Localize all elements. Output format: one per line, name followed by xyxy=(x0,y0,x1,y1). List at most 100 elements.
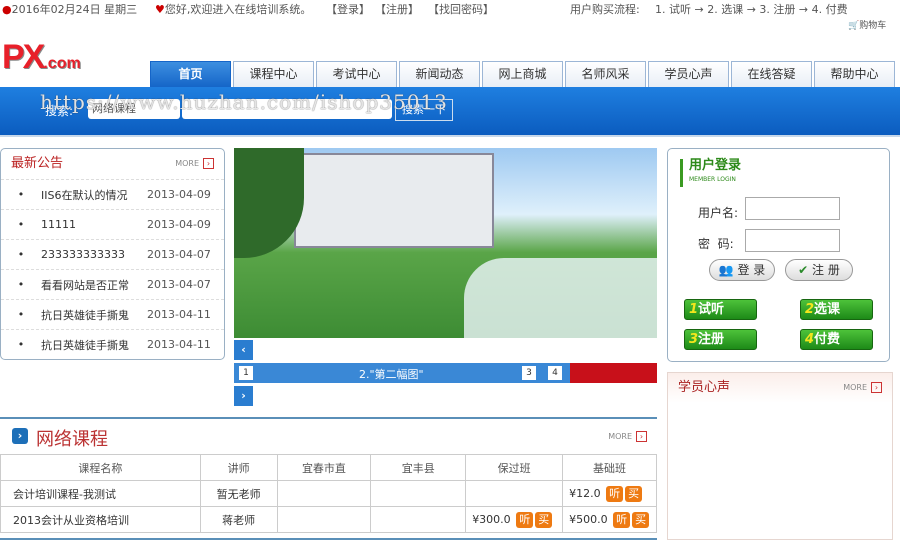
notice-item[interactable]: • 看看网站是否正常 2013-04-07 xyxy=(1,269,224,299)
slider-active-marker xyxy=(570,363,657,383)
course-name[interactable]: 会计培训课程-我测试 xyxy=(0,480,201,507)
step-button-1[interactable]: 1试听 xyxy=(684,299,757,320)
table-row: 2013会计从业资格培训 蒋老师 ¥300.0 听买 ¥500.0 听买 xyxy=(0,506,657,533)
testimonials-panel: 学员心声 MORE › xyxy=(667,372,893,540)
nav-tab-news[interactable]: 新闻动态 xyxy=(399,61,480,87)
chevron-right-icon: › xyxy=(12,428,28,444)
bullet: • xyxy=(17,338,25,351)
price-yifeng xyxy=(370,506,467,533)
course-teacher: 暂无老师 xyxy=(199,480,278,507)
welcome: ♥您好,欢迎进入在线培训系统。 xyxy=(155,3,312,16)
nav-tab-home[interactable]: 首页 xyxy=(150,61,231,87)
slider-pager: 1 2."第二幅图" 3 4 xyxy=(234,363,657,383)
slider-page-3[interactable]: 3 xyxy=(522,366,536,380)
notice-item-title[interactable]: 抗日英雄徒手撕鬼 xyxy=(41,337,147,353)
notice-item-date: 2013-04-07 xyxy=(147,278,211,291)
step-button-3[interactable]: 3注册 xyxy=(684,329,757,350)
courses-title: 网络课程 xyxy=(36,429,108,450)
main-nav: 首页 课程中心 考试中心 新闻动态 网上商城 名师风采 学员心声 在线答疑 帮助中心 xyxy=(150,61,895,87)
nav-tab-teachers[interactable]: 名师风采 xyxy=(565,61,646,87)
testimonials-more-link[interactable]: MORE › xyxy=(843,382,882,393)
bullet: • xyxy=(17,278,25,291)
notice-item-date: 2013-04-11 xyxy=(147,308,211,321)
price-yichun xyxy=(276,480,372,507)
price-basic-class: ¥500.0 听买 xyxy=(562,506,657,533)
notice-item-date: 2013-04-11 xyxy=(147,338,211,351)
notice-more-link[interactable]: MORE › xyxy=(175,158,214,169)
check-icon: ✔ xyxy=(798,263,809,277)
listen-button[interactable]: 听 xyxy=(516,511,534,528)
column-header: 宜春市直 xyxy=(276,454,372,481)
nav-tab-shop[interactable]: 网上商城 xyxy=(482,61,563,87)
cloud-graphic xyxy=(464,258,657,338)
notice-item-title[interactable]: 11111 xyxy=(41,218,147,231)
password-label: 密 码: xyxy=(698,237,734,251)
course-name[interactable]: 2013会计从业资格培训 xyxy=(0,506,201,533)
buy-button[interactable]: 买 xyxy=(625,485,643,502)
house-graphic xyxy=(294,153,494,248)
bullet: • xyxy=(17,248,25,261)
recover-password-link[interactable]: 【找回密码】 xyxy=(428,1,494,17)
listen-button[interactable]: 听 xyxy=(613,511,631,528)
site-logo[interactable]: PX.com xyxy=(2,38,81,77)
username-input[interactable] xyxy=(745,197,840,220)
login-button[interactable]: 👥 登 录 xyxy=(709,259,775,281)
date: ●2016年02月24日 星期三 xyxy=(2,3,138,16)
step-button-4[interactable]: 4付费 xyxy=(800,329,873,350)
buy-button[interactable]: 买 xyxy=(632,511,650,528)
courses-table: 课程名称 讲师 宜春市直 宜丰县 保过班 基础班 会计培训课程-我测试 暂无老师 ¥12.0 … xyxy=(0,454,657,533)
column-header: 宜丰县 xyxy=(370,454,467,481)
notice-item-title[interactable]: IIS6在默认的情况 xyxy=(41,187,147,203)
nav-tab-courses[interactable]: 课程中心 xyxy=(233,61,314,87)
online-courses-panel: › 网络课程 MORE › 课程名称 讲师 宜春市直 宜丰县 保过班 基础班 会计培训课程-我… xyxy=(0,417,657,540)
slider-page-4[interactable]: 4 xyxy=(548,366,562,380)
slider-caption: 2."第二幅图" xyxy=(359,368,424,381)
notice-item[interactable]: • IIS6在默认的情况 2013-04-09 xyxy=(1,179,224,209)
nav-tab-help[interactable]: 帮助中心 xyxy=(814,61,895,87)
price-pass-class: ¥300.0 听买 xyxy=(465,506,564,533)
price-pass-class xyxy=(465,480,564,507)
login-title: 用户登录 MEMBER LOGIN xyxy=(680,159,741,187)
bullet: • xyxy=(17,308,25,321)
courses-more-link[interactable]: MORE › xyxy=(608,431,647,442)
arrow-right-icon: › xyxy=(871,382,882,393)
users-icon: 👥 xyxy=(718,263,734,277)
notice-item-title[interactable]: 抗日英雄徒手撕鬼 xyxy=(41,307,147,323)
notice-item-title[interactable]: 看看网站是否正常 xyxy=(41,277,147,293)
notice-item-date: 2013-04-09 xyxy=(147,188,211,201)
nav-tab-testimonials[interactable]: 学员心声 xyxy=(648,61,729,87)
cart-link[interactable]: 🛒购物车 xyxy=(848,18,886,31)
nav-tab-exams[interactable]: 考试中心 xyxy=(316,61,397,87)
notice-item-title[interactable]: 233333333333 xyxy=(41,248,147,261)
nav-tab-qa[interactable]: 在线答疑 xyxy=(731,61,812,87)
login-panel: 用户登录 MEMBER LOGIN 用户名: 密 码: 👥 登 录 ✔ 注 册 1… xyxy=(667,148,890,362)
slider-next-button[interactable]: › xyxy=(234,386,253,406)
price-yifeng xyxy=(370,480,467,507)
column-header: 讲师 xyxy=(199,454,278,481)
cart-icon: 🛒 xyxy=(848,21,860,31)
column-header: 保过班 xyxy=(465,454,564,481)
notice-item-date: 2013-04-09 xyxy=(147,218,211,231)
buy-button[interactable]: 买 xyxy=(535,511,553,528)
notice-item[interactable]: • 233333333333 2013-04-07 xyxy=(1,239,224,269)
register-button[interactable]: ✔ 注 册 xyxy=(785,259,853,281)
listen-button[interactable]: 听 xyxy=(606,485,624,502)
arrow-right-icon: › xyxy=(636,431,647,442)
watermark: https://www.huzhan.com/ishop35013 xyxy=(40,90,448,114)
slider-prev-button[interactable]: ‹ xyxy=(234,340,253,360)
arrow-right-icon: › xyxy=(203,158,214,169)
table-row: 会计培训课程-我测试 暂无老师 ¥12.0 听买 xyxy=(0,480,657,507)
notice-item[interactable]: • 抗日英雄徒手撕鬼 2013-04-11 xyxy=(1,329,224,359)
slider-page-1[interactable]: 1 xyxy=(239,366,253,380)
username-label: 用户名: xyxy=(698,206,739,220)
notice-item[interactable]: • 抗日英雄徒手撕鬼 2013-04-11 xyxy=(1,299,224,329)
register-link[interactable]: 【注册】 xyxy=(375,1,419,17)
banner-slider-image[interactable] xyxy=(234,148,657,338)
price-basic-class: ¥12.0 听买 xyxy=(562,480,657,507)
column-header: 课程名称 xyxy=(0,454,201,481)
bullet: • xyxy=(17,218,25,231)
notice-item[interactable]: • 11111 2013-04-09 xyxy=(1,209,224,239)
login-link[interactable]: 【登录】 xyxy=(326,1,370,17)
password-input[interactable] xyxy=(745,229,840,252)
step-button-2[interactable]: 2选课 xyxy=(800,299,873,320)
